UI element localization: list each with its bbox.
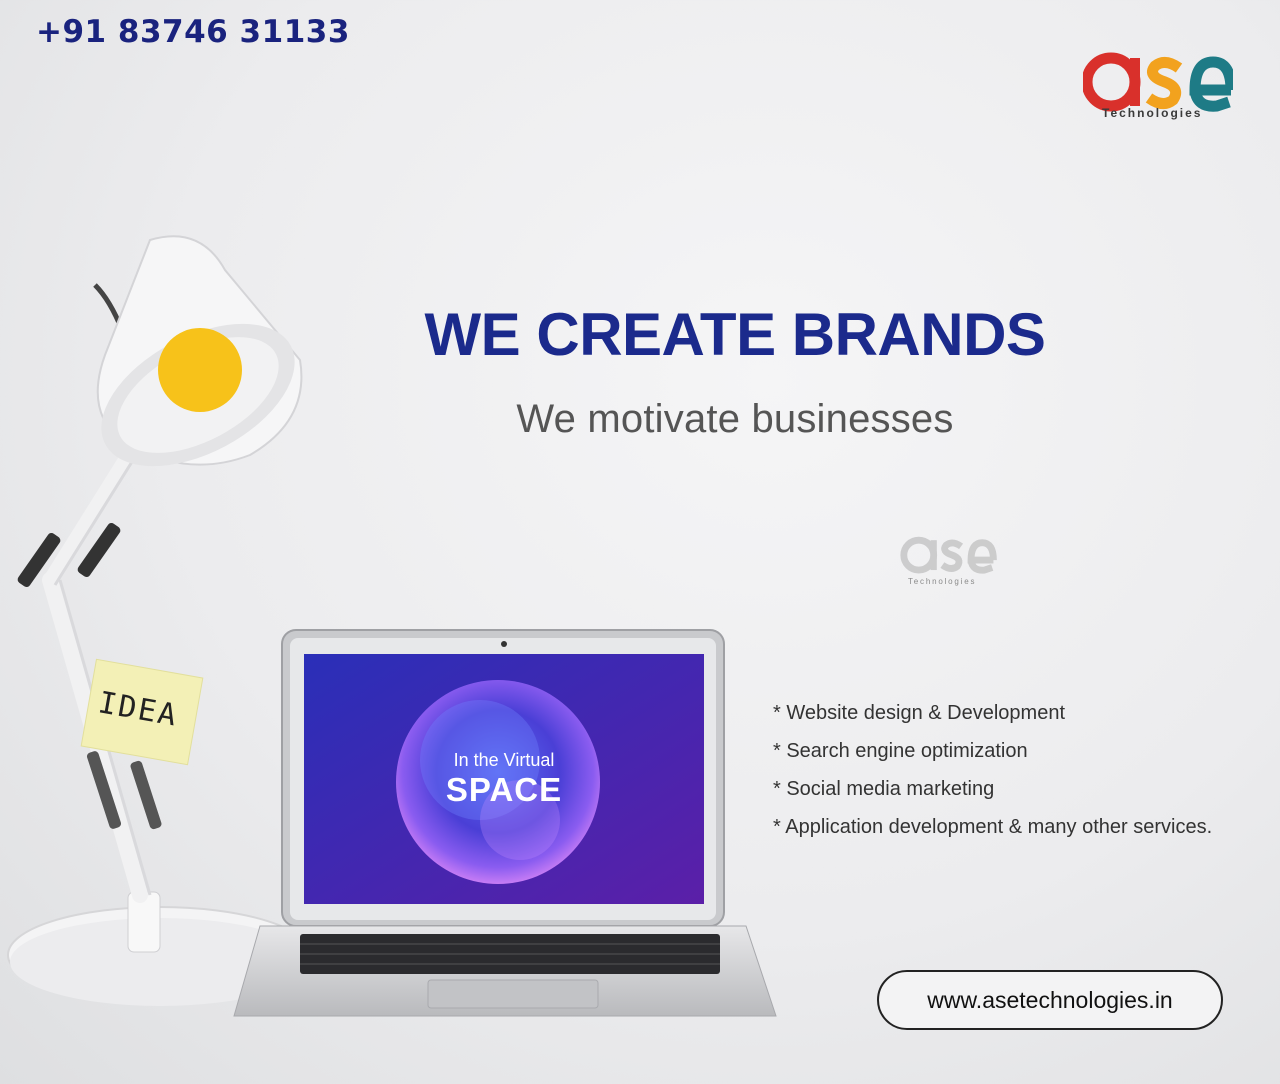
logo-subtitle: Technologies: [1102, 106, 1203, 120]
service-item: * Social media marketing: [773, 778, 995, 800]
subheadline: We motivate businesses: [516, 397, 954, 441]
watermark-subtitle: Technologies: [908, 577, 977, 586]
laptop: [233, 629, 777, 1017]
service-item: * Website design & Development: [773, 702, 1066, 724]
service-item: * Application development & many other s…: [773, 816, 1213, 838]
screen-line-2: SPACE: [445, 771, 563, 808]
ase-watermark-logo: [900, 536, 997, 574]
screen-line-1: In the Virtual: [453, 750, 555, 770]
services-list: * Website design & Development * Search …: [773, 699, 1212, 851]
trackpad: [427, 979, 599, 1009]
website-link[interactable]: www.asetechnologies.in: [877, 970, 1223, 1030]
screen-text: In the Virtual SPACE: [404, 750, 604, 809]
headline: WE CREATE BRANDS: [424, 301, 1046, 368]
phone-number[interactable]: +91 83746 31133: [36, 14, 350, 50]
service-item: * Search engine optimization: [773, 740, 1028, 762]
scene-illustration: [7, 235, 777, 1017]
